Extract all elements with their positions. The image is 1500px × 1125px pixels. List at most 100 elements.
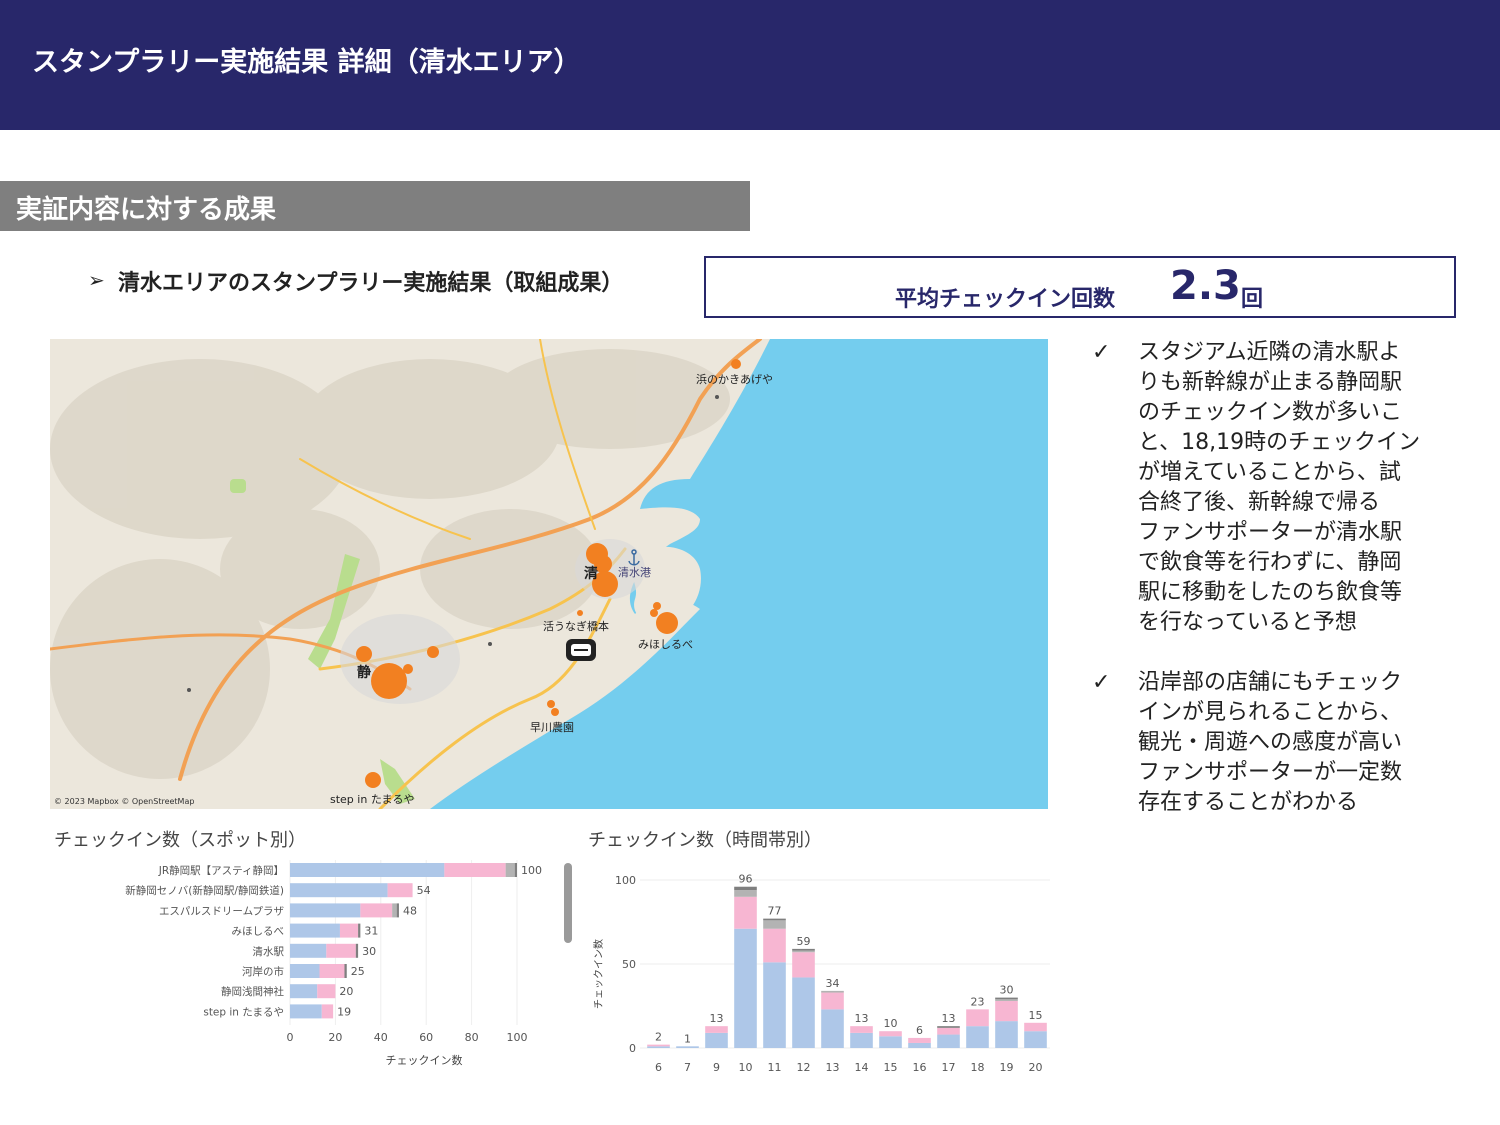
- hour-bar-segment[interactable]: [763, 920, 786, 929]
- hour-y-tick-label: 100: [615, 874, 636, 887]
- hour-x-tick-label: 7: [684, 1061, 691, 1074]
- hour-x-tick-label: 10: [739, 1061, 753, 1074]
- spot-bar-segment[interactable]: [290, 1004, 322, 1019]
- spot-tick-label: 20: [328, 1031, 342, 1044]
- spot-bar-segment[interactable]: [290, 883, 388, 898]
- spot-tick-label: 60: [419, 1031, 433, 1044]
- hour-x-tick-label: 12: [797, 1061, 811, 1074]
- hour-bar-segment[interactable]: [937, 1034, 960, 1048]
- map-attribution: © 2023 Mapbox © OpenStreetMap: [54, 797, 194, 806]
- map-marker[interactable]: [731, 359, 741, 369]
- spot-bar-segment[interactable]: [321, 1004, 334, 1019]
- note-line: 観光・周遊への感度が高い: [1138, 730, 1403, 755]
- map-marker[interactable]: [371, 663, 407, 699]
- hour-bar-segment[interactable]: [995, 1021, 1018, 1048]
- spot-bar-segment[interactable]: [317, 984, 336, 999]
- hour-bar-segment[interactable]: [966, 1026, 989, 1048]
- spot-bar-segment[interactable]: [355, 943, 359, 958]
- hour-bar-segment[interactable]: [821, 992, 844, 1010]
- note-line: ファンサポーターが清水駅: [1138, 520, 1403, 545]
- summary-unit: 回: [1241, 287, 1264, 312]
- spot-bar-segment[interactable]: [319, 964, 345, 978]
- hour-bar-segment[interactable]: [995, 997, 1018, 1000]
- summary-value: 2.3: [1170, 263, 1241, 309]
- spot-bar-segment[interactable]: [290, 943, 327, 958]
- hour-bar-segment[interactable]: [908, 1037, 931, 1043]
- hour-bar-segment[interactable]: [995, 999, 1018, 1001]
- hour-bar-segment[interactable]: [937, 1027, 960, 1035]
- hour-bar-segment[interactable]: [821, 1009, 844, 1048]
- hour-bar-segment[interactable]: [763, 918, 786, 921]
- hour-bar-segment[interactable]: [908, 1042, 931, 1048]
- spot-bar-segment[interactable]: [444, 863, 506, 877]
- spot-bar-segment[interactable]: [290, 903, 361, 918]
- spot-bar-segment[interactable]: [360, 903, 393, 918]
- hour-x-tick-label: 16: [913, 1061, 927, 1074]
- map-marker[interactable]: [656, 612, 678, 634]
- map-marker[interactable]: [551, 708, 559, 716]
- summary-label: 平均チェックイン回数: [895, 287, 1116, 312]
- hour-bar-segment[interactable]: [850, 1026, 873, 1033]
- map-marker[interactable]: [365, 772, 381, 788]
- spot-bar-segment[interactable]: [290, 964, 320, 978]
- note-line: が増えていることから、試: [1138, 460, 1401, 485]
- map-label-shimizu: 清: [584, 565, 598, 582]
- hour-bar-segment[interactable]: [937, 1026, 960, 1028]
- map-marker[interactable]: [427, 646, 439, 658]
- spot-bar-segment[interactable]: [514, 863, 517, 877]
- check-icon: ✓: [1092, 670, 1111, 695]
- hour-bar-segment[interactable]: [734, 896, 757, 929]
- map-marker[interactable]: [577, 610, 583, 616]
- spot-bar-segment[interactable]: [396, 903, 399, 918]
- hour-total-label: 6: [916, 1024, 923, 1037]
- hour-bar-segment[interactable]: [850, 1032, 873, 1048]
- hour-bar-segment[interactable]: [647, 1046, 670, 1048]
- map-marker[interactable]: [356, 646, 372, 662]
- map-marker[interactable]: [547, 700, 555, 708]
- hour-bar-segment[interactable]: [734, 886, 757, 891]
- hour-bar-segment[interactable]: [966, 1009, 989, 1027]
- spot-bar-segment[interactable]: [358, 923, 361, 938]
- hour-bar-segment[interactable]: [792, 977, 815, 1048]
- map-canvas: 浜のかきあげや 清水港 活うなぎ橋本 みほしるべ 早川農園 step in たま…: [50, 339, 1048, 809]
- hour-bar-segment[interactable]: [647, 1044, 670, 1047]
- hour-total-label: 13: [855, 1012, 869, 1025]
- hour-bar-segment[interactable]: [821, 990, 844, 993]
- spot-bar-segment[interactable]: [290, 984, 318, 999]
- spot-tick-label: 100: [507, 1031, 528, 1044]
- spot-bar-segment[interactable]: [392, 903, 397, 918]
- spot-bar-segment[interactable]: [505, 863, 515, 877]
- hour-bar-segment[interactable]: [763, 962, 786, 1048]
- spot-category-label: 河岸の市: [242, 965, 284, 978]
- hour-x-tick-label: 13: [826, 1061, 840, 1074]
- spot-bar-segment[interactable]: [387, 883, 413, 898]
- hour-bar-segment[interactable]: [1024, 1031, 1047, 1048]
- hour-bar-segment[interactable]: [676, 1046, 699, 1048]
- spot-bar-segment[interactable]: [326, 943, 356, 958]
- spot-category-labels: JR静岡駅【アスティ静岡】新静岡セノバ(新静岡駅/静岡鉄道) エスパルスドリームプ…: [125, 864, 284, 1018]
- spot-category-label: エスパルスドリームプラザ: [159, 905, 285, 917]
- checkin-map[interactable]: 浜のかきあげや 清水港 活うなぎ橋本 みほしるべ 早川農園 step in たま…: [50, 339, 1048, 809]
- hour-bar-segment[interactable]: [792, 952, 815, 978]
- map-label-mihoshirube: みほしるべ: [638, 638, 693, 651]
- hour-bar-segment[interactable]: [734, 928, 757, 1048]
- hour-bar-segment[interactable]: [763, 928, 786, 963]
- hour-bar-segment[interactable]: [705, 1032, 728, 1048]
- hour-bars: [647, 886, 1047, 1048]
- hour-bar-segment[interactable]: [792, 950, 815, 953]
- spot-bar-segment[interactable]: [339, 923, 359, 938]
- hour-bar-segment[interactable]: [734, 890, 757, 897]
- hour-bar-segment[interactable]: [995, 1000, 1018, 1022]
- map-marker[interactable]: [653, 602, 661, 610]
- spot-bar-segment[interactable]: [344, 964, 347, 978]
- spot-total-label: 30: [362, 945, 376, 958]
- hour-bar-segment[interactable]: [1024, 1022, 1047, 1032]
- map-marker[interactable]: [650, 609, 658, 617]
- spot-bar-segment[interactable]: [290, 863, 445, 877]
- spot-bar-segment[interactable]: [290, 923, 340, 938]
- hour-bar-segment[interactable]: [879, 1031, 902, 1037]
- spot-scrollbar[interactable]: [564, 863, 572, 943]
- hour-bar-segment[interactable]: [792, 948, 815, 951]
- hour-bar-segment[interactable]: [705, 1026, 728, 1033]
- hour-bar-segment[interactable]: [879, 1036, 902, 1048]
